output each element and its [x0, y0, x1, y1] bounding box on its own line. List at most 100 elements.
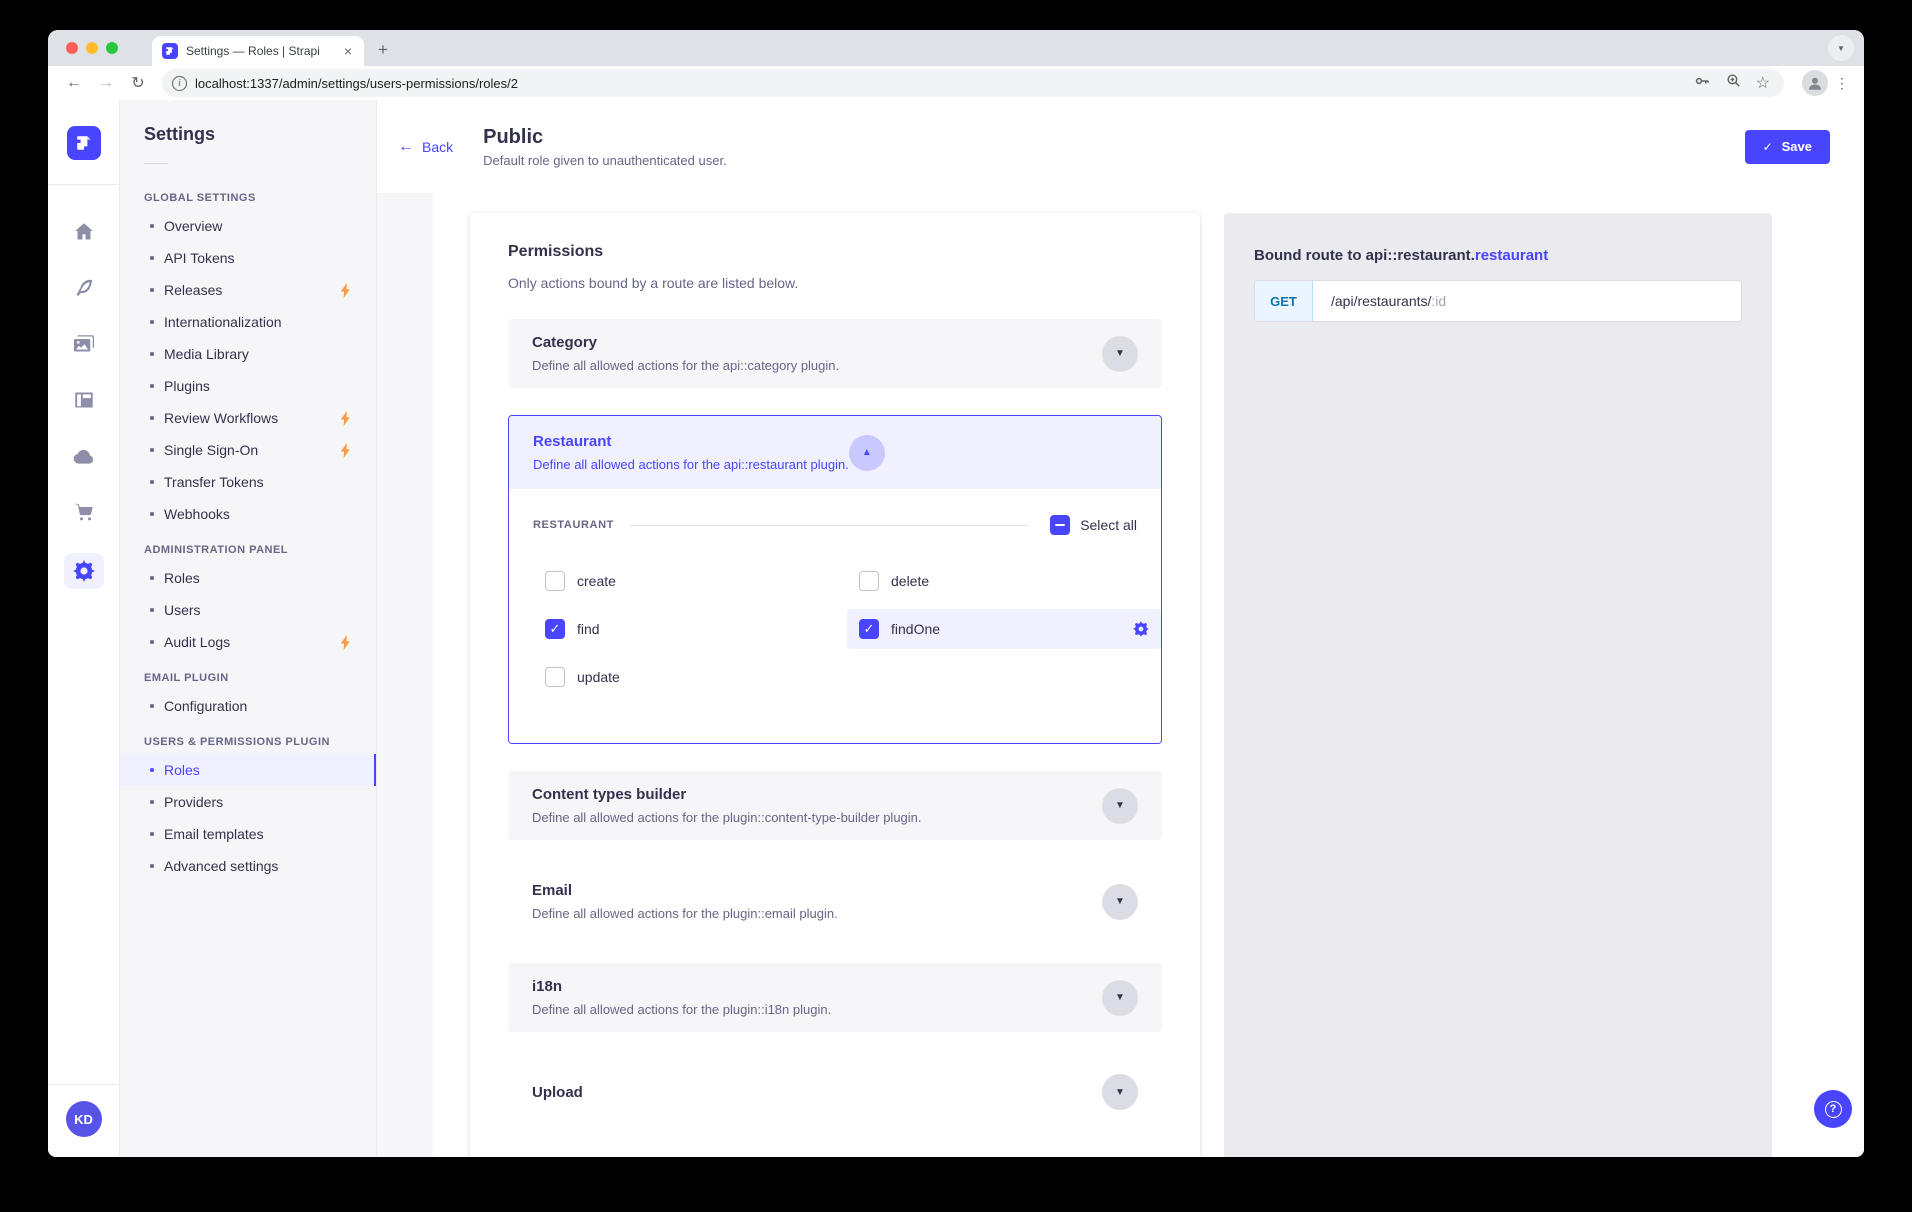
sidebar-item-up-roles[interactable]: Roles — [120, 754, 376, 786]
close-window-button[interactable] — [66, 42, 78, 54]
sidebar-item-webhooks[interactable]: Webhooks — [120, 498, 376, 530]
browser-tab[interactable]: Settings — Roles | Strapi × — [152, 36, 364, 66]
media-library-icon[interactable] — [64, 329, 104, 359]
select-all-label: Select all — [1080, 517, 1137, 533]
findone-checkbox[interactable]: ✓ — [859, 619, 879, 639]
sidebar-item-admin-roles[interactable]: Roles — [120, 562, 376, 594]
browser-toolbar: ← → ↻ i localhost:1337/admin/settings/us… — [48, 66, 1864, 100]
sidebar-item-media-library[interactable]: Media Library — [120, 338, 376, 370]
tab-title: Settings — Roles | Strapi — [186, 44, 334, 58]
user-avatar[interactable]: KD — [66, 1101, 102, 1137]
create-checkbox[interactable] — [545, 571, 565, 591]
sidebar-item-users[interactable]: Users — [120, 594, 376, 626]
strapi-favicon-icon — [162, 43, 178, 59]
marketplace-cart-icon[interactable] — [64, 497, 104, 527]
browser-reload-button[interactable]: ↻ — [124, 69, 152, 97]
accordion-email[interactable]: Email Define all allowed actions for the… — [508, 867, 1162, 936]
chevron-up-icon[interactable]: ▲ — [849, 435, 885, 471]
permission-delete[interactable]: delete — [847, 561, 1161, 601]
accordion-restaurant-expanded: Restaurant Define all allowed actions fo… — [508, 415, 1162, 744]
chevron-down-icon[interactable]: ▼ — [1102, 336, 1138, 372]
sidebar-item-configuration[interactable]: Configuration — [120, 690, 376, 722]
sidebar-item-advanced-settings[interactable]: Advanced settings — [120, 850, 376, 882]
page-header: ← Back Public Default role given to unau… — [377, 100, 1864, 193]
sidebar-item-overview[interactable]: Overview — [120, 210, 376, 242]
main-area: ← Back Public Default role given to unau… — [377, 100, 1864, 1157]
strapi-admin: KD Settings GLOBAL SETTINGS Overview API… — [48, 100, 1864, 1157]
main-nav-rail: KD — [48, 100, 120, 1157]
lightning-icon — [339, 411, 352, 426]
tab-close-icon[interactable]: × — [342, 43, 354, 59]
route-path: /api/restaurants/:id — [1313, 281, 1741, 321]
sidebar-item-single-sign-on[interactable]: Single Sign-On — [120, 434, 376, 466]
content-type-builder-icon[interactable] — [64, 385, 104, 415]
minimize-window-button[interactable] — [86, 42, 98, 54]
back-link[interactable]: ← Back — [398, 138, 453, 156]
accordion-content-types-builder[interactable]: Content types builder Define all allowed… — [508, 771, 1162, 840]
back-arrow-icon: ← — [398, 138, 414, 156]
update-checkbox[interactable] — [545, 667, 565, 687]
sidebar-item-releases[interactable]: Releases — [120, 274, 376, 306]
restaurant-permissions-body: RESTAURANT Select all create — [509, 489, 1161, 743]
section-administration-panel: ADMINISTRATION PANEL — [120, 530, 376, 562]
zoom-icon[interactable] — [1725, 72, 1742, 94]
accordion-restaurant-header[interactable]: Restaurant Define all allowed actions fo… — [509, 416, 1161, 489]
delete-checkbox[interactable] — [859, 571, 879, 591]
sidebar-item-internationalization[interactable]: Internationalization — [120, 306, 376, 338]
fullscreen-window-button[interactable] — [106, 42, 118, 54]
permission-find[interactable]: ✓ find — [533, 609, 847, 649]
chevron-down-icon[interactable]: ▼ — [1102, 884, 1138, 920]
browser-forward-button[interactable]: → — [92, 69, 120, 97]
route-entity: restaurant — [1475, 247, 1548, 264]
home-icon[interactable] — [64, 217, 104, 247]
browser-back-button[interactable]: ← — [60, 69, 88, 97]
password-key-icon[interactable] — [1693, 72, 1711, 95]
window-controls — [66, 42, 118, 54]
find-checkbox[interactable]: ✓ — [545, 619, 565, 639]
settings-gear-icon[interactable] — [1133, 621, 1149, 637]
section-global-settings: GLOBAL SETTINGS — [120, 178, 376, 210]
content-manager-feather-icon[interactable] — [64, 273, 104, 303]
site-info-icon[interactable]: i — [172, 76, 187, 91]
save-button[interactable]: ✓ Save — [1745, 130, 1830, 164]
sidebar-title: Settings — [120, 124, 376, 145]
strapi-logo[interactable] — [67, 126, 101, 160]
accordion-category[interactable]: Category Define all allowed actions for … — [508, 319, 1162, 388]
accordion-upload[interactable]: Upload ▼ — [508, 1059, 1162, 1125]
chevron-down-icon[interactable]: ▼ — [1102, 1074, 1138, 1110]
lightning-icon — [339, 635, 352, 650]
sidebar-item-api-tokens[interactable]: API Tokens — [120, 242, 376, 274]
permission-create[interactable]: create — [533, 561, 847, 601]
sidebar-item-plugins[interactable]: Plugins — [120, 370, 376, 402]
sidebar-item-audit-logs[interactable]: Audit Logs — [120, 626, 376, 658]
new-tab-button[interactable]: + — [378, 40, 388, 60]
chevron-down-icon[interactable]: ▼ — [1102, 980, 1138, 1016]
browser-window: Settings — Roles | Strapi × + ▼ ← → ↻ i … — [48, 30, 1864, 1157]
bookmark-star-icon[interactable]: ☆ — [1756, 73, 1770, 93]
divider — [144, 163, 168, 164]
sidebar-item-providers[interactable]: Providers — [120, 786, 376, 818]
accordion-i18n[interactable]: i18n Define all allowed actions for the … — [508, 963, 1162, 1032]
deploy-cloud-icon[interactable] — [64, 441, 104, 471]
select-all-checkbox[interactable] — [1050, 515, 1070, 535]
question-mark-icon: ? — [1825, 1101, 1842, 1118]
permission-update[interactable]: update — [533, 657, 847, 697]
content-scroll-area: Permissions Only actions bound by a rout… — [433, 193, 1864, 1157]
sidebar-item-transfer-tokens[interactable]: Transfer Tokens — [120, 466, 376, 498]
profile-icon[interactable] — [1802, 70, 1828, 96]
route-display[interactable]: GET /api/restaurants/:id — [1254, 280, 1742, 322]
help-button[interactable]: ? — [1814, 1090, 1852, 1128]
section-users-permissions-plugin: USERS & PERMISSIONS PLUGIN — [120, 722, 376, 754]
address-bar[interactable]: i localhost:1337/admin/settings/users-pe… — [162, 69, 1784, 97]
permissions-subtitle: Only actions bound by a route are listed… — [508, 275, 1162, 291]
sidebar-item-email-templates[interactable]: Email templates — [120, 818, 376, 850]
page-title: Public — [483, 126, 727, 149]
content-gutter — [377, 193, 433, 1157]
menu-kebab-icon[interactable]: ⋮ — [1832, 75, 1852, 92]
permission-findone[interactable]: ✓ findOne — [847, 609, 1161, 649]
lightning-icon — [339, 283, 352, 298]
tab-search-chevron-icon[interactable]: ▼ — [1828, 35, 1854, 61]
sidebar-item-review-workflows[interactable]: Review Workflows — [120, 402, 376, 434]
settings-gear-icon[interactable] — [64, 553, 104, 589]
chevron-down-icon[interactable]: ▼ — [1102, 788, 1138, 824]
